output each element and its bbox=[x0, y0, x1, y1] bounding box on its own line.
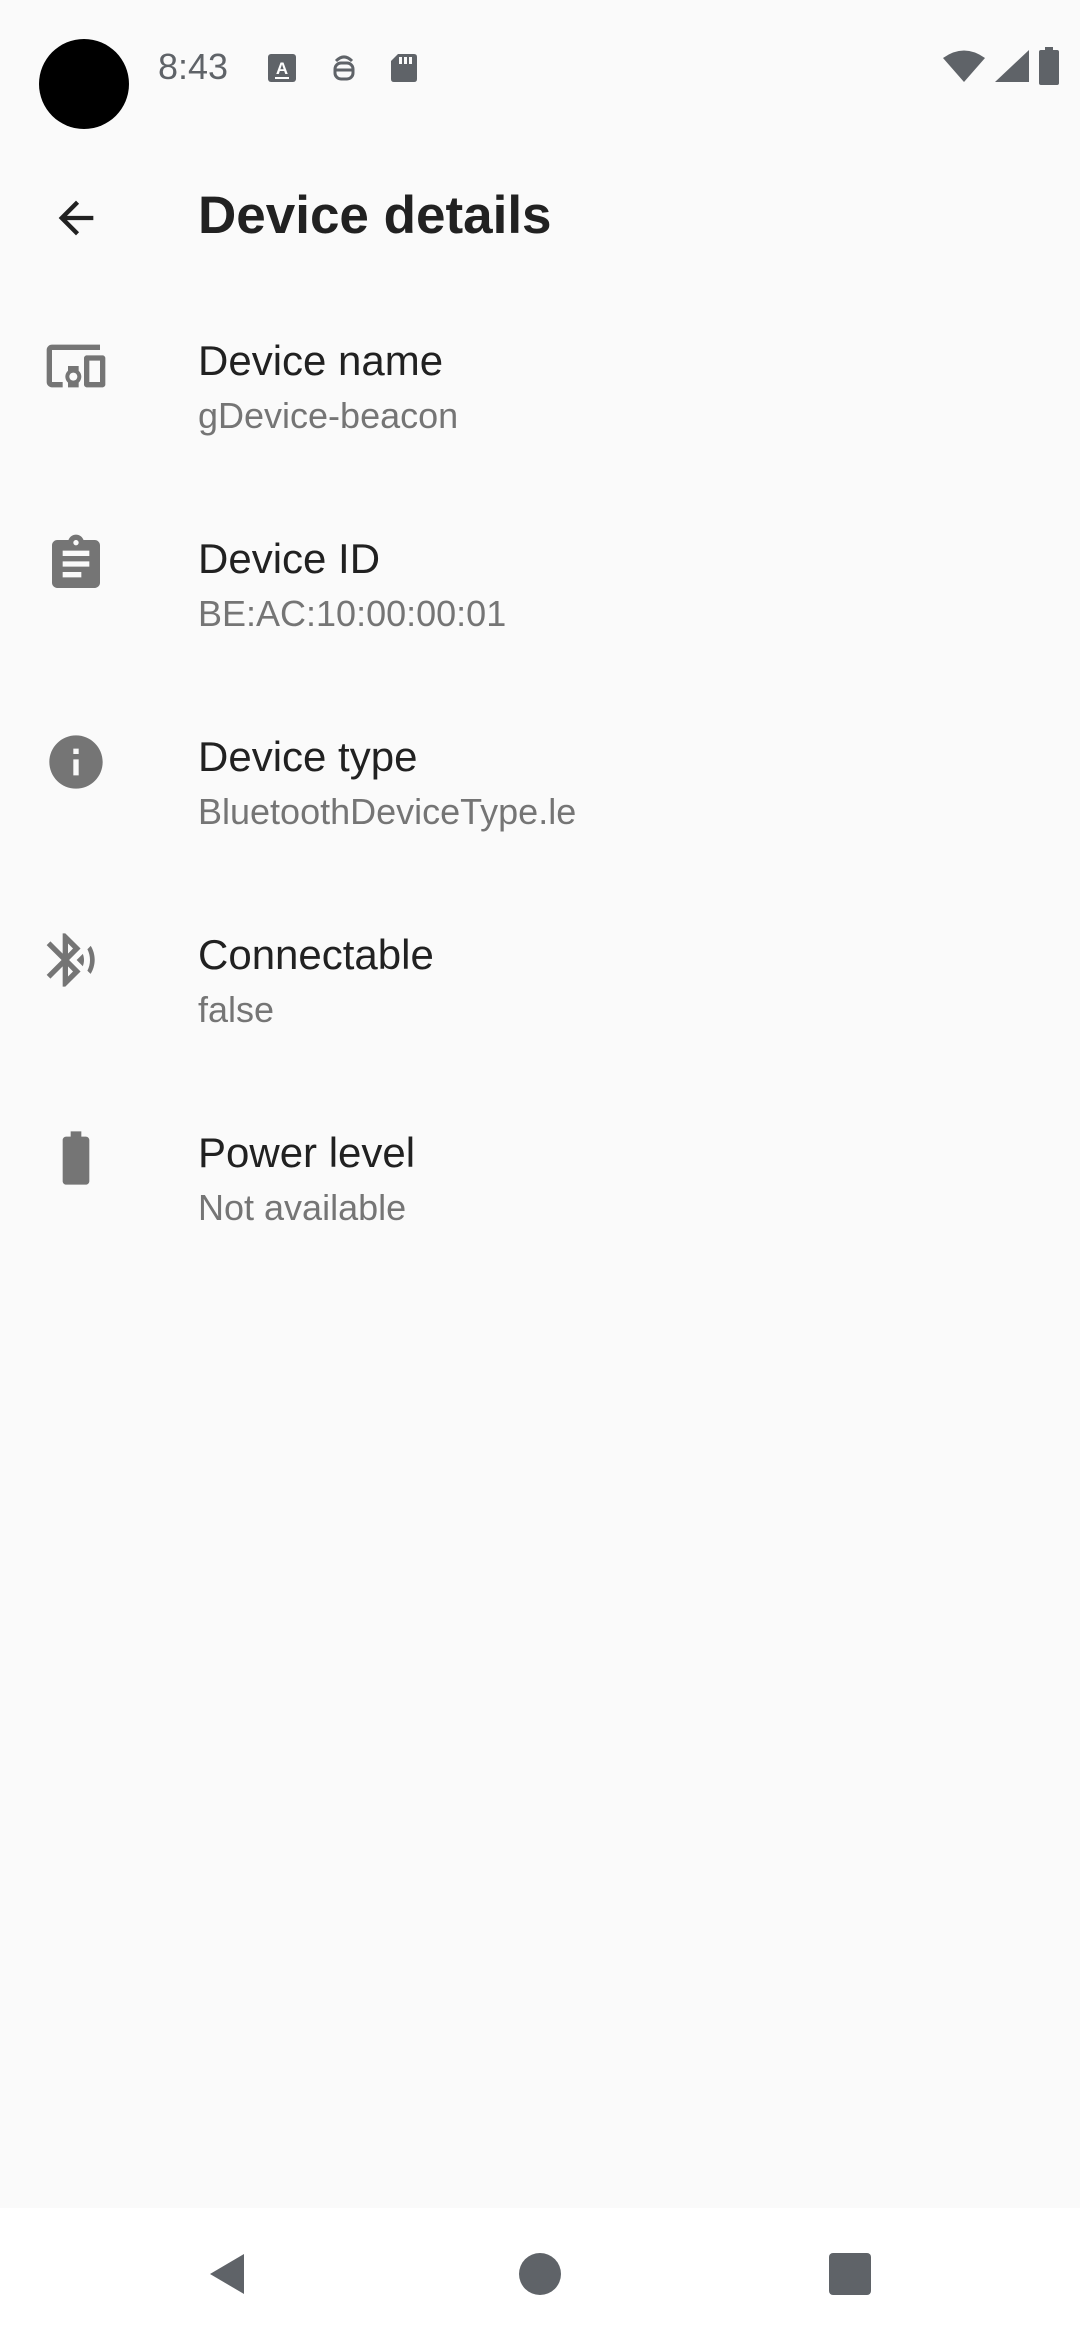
cellular-signal-icon bbox=[994, 49, 1030, 88]
item-title: Device type bbox=[198, 733, 418, 780]
nav-recents-button[interactable] bbox=[810, 2234, 890, 2314]
android-debug-icon bbox=[328, 52, 360, 84]
nav-recents-icon bbox=[829, 2253, 871, 2295]
nav-back-button[interactable] bbox=[186, 2234, 266, 2314]
camera-cutout bbox=[39, 39, 129, 129]
arrow-back-icon bbox=[58, 200, 94, 236]
item-value: Not available bbox=[198, 1187, 407, 1228]
status-time: 8:43 bbox=[158, 46, 229, 87]
sd-card-icon bbox=[388, 52, 420, 84]
item-title: Device name bbox=[198, 337, 444, 384]
nav-home-icon bbox=[519, 2253, 561, 2295]
clipboard-icon bbox=[36, 524, 116, 604]
item-value: gDevice-beacon bbox=[198, 395, 459, 436]
status-bar: 8:43 A bbox=[0, 0, 1080, 140]
battery-icon bbox=[36, 1118, 116, 1198]
battery-status-icon bbox=[1038, 46, 1060, 90]
item-title: Device ID bbox=[198, 535, 381, 582]
bluetooth-icon bbox=[36, 920, 116, 1000]
list-item-connectable: Connectable false bbox=[0, 884, 1080, 1082]
item-value: BE:AC:10:00:00:01 bbox=[198, 593, 507, 634]
back-button[interactable] bbox=[36, 178, 116, 258]
list-item-power-level: Power level Not available bbox=[0, 1082, 1080, 1280]
list-item-device-name: Device name gDevice-beacon bbox=[0, 290, 1080, 488]
keyboard-notification-icon: A bbox=[266, 52, 298, 84]
app-bar: Device details bbox=[0, 160, 1080, 270]
svg-text:A: A bbox=[276, 59, 288, 78]
device-detail-list: Device name gDevice-beacon Device ID BE:… bbox=[0, 290, 1080, 1280]
wifi-icon bbox=[942, 49, 986, 88]
item-title: Connectable bbox=[198, 931, 434, 978]
info-icon bbox=[36, 722, 116, 802]
item-title: Power level bbox=[198, 1129, 416, 1176]
item-value: false bbox=[198, 989, 275, 1030]
list-item-device-id: Device ID BE:AC:10:00:00:01 bbox=[0, 488, 1080, 686]
status-right-group bbox=[942, 46, 1060, 90]
item-value: BluetoothDeviceType.le bbox=[198, 791, 577, 832]
page-title: Device details bbox=[198, 186, 552, 245]
devices-icon bbox=[36, 326, 116, 406]
nav-back-icon bbox=[210, 2254, 244, 2294]
list-item-device-type: Device type BluetoothDeviceType.le bbox=[0, 686, 1080, 884]
system-nav-bar bbox=[0, 2208, 1080, 2340]
nav-home-button[interactable] bbox=[500, 2234, 580, 2314]
